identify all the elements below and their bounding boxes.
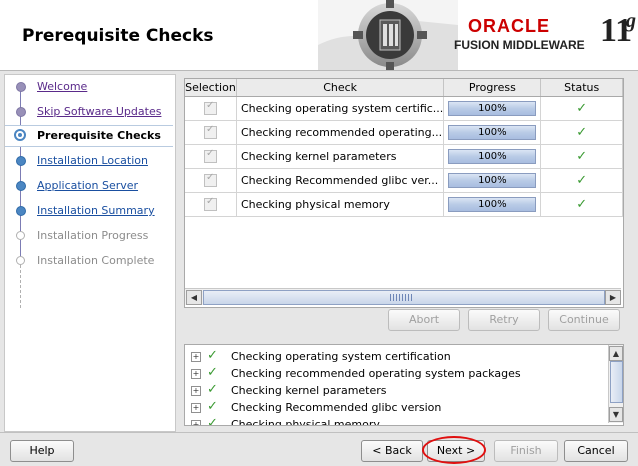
- expand-icon[interactable]: +: [191, 352, 201, 362]
- retry-button[interactable]: Retry: [468, 309, 540, 331]
- nav-step-prerequisite-checks[interactable]: Prerequisite Checks: [5, 125, 173, 147]
- log-item-label: Checking operating system certification: [231, 350, 451, 363]
- step-done-icon: [16, 82, 26, 92]
- step-pending-icon: [16, 181, 26, 191]
- scroll-left-icon[interactable]: ◀: [186, 290, 202, 305]
- step-pending-icon: [16, 156, 26, 166]
- success-check-icon: ✓: [207, 399, 218, 414]
- check-details-tree: + ✓ Checking operating system certificat…: [184, 344, 624, 426]
- column-header-status[interactable]: Status: [540, 79, 623, 97]
- check-name: Checking kernel parameters: [236, 144, 445, 169]
- abort-button[interactable]: Abort: [388, 309, 460, 331]
- step-pending-icon: [16, 206, 26, 216]
- checks-table: Selection Check Progress Status Checking…: [185, 79, 623, 217]
- wizard-steps-panel: Welcome Skip Software Updates Prerequisi…: [4, 74, 176, 432]
- nav-step-label: Installation Complete: [37, 254, 155, 267]
- nav-step-label: Welcome: [37, 80, 88, 93]
- nav-step-installation-complete: Installation Complete: [5, 251, 173, 271]
- column-header-check[interactable]: Check: [236, 79, 445, 97]
- product-name: FUSION MIDDLEWARE: [454, 38, 585, 52]
- success-check-icon: ✓: [576, 197, 588, 212]
- page-title: Prerequisite Checks: [22, 26, 214, 46]
- table-row[interactable]: Checking kernel parameters 100% ✓: [185, 144, 623, 169]
- check-name: Checking operating system certific...: [236, 96, 445, 121]
- footer-divider: [0, 432, 638, 433]
- success-check-icon: ✓: [207, 416, 218, 426]
- nav-step-installation-progress: Installation Progress: [5, 226, 173, 246]
- step-future-icon: [16, 231, 25, 240]
- nav-step-label: Prerequisite Checks: [37, 129, 161, 142]
- step-future-icon: [16, 256, 25, 265]
- nav-step-label: Installation Summary: [37, 204, 155, 217]
- cancel-button[interactable]: Cancel: [564, 440, 628, 462]
- progress-bar: 100%: [448, 197, 537, 212]
- progress-bar: 100%: [448, 173, 537, 188]
- finish-button[interactable]: Finish: [494, 440, 558, 462]
- version-suffix: g: [626, 10, 636, 32]
- table-row[interactable]: Checking operating system certific... 10…: [185, 96, 623, 121]
- nav-step-label: Installation Progress: [37, 229, 149, 242]
- back-button[interactable]: < Back: [361, 440, 423, 462]
- success-check-icon: ✓: [576, 101, 588, 116]
- check-name: Checking recommended operating...: [236, 120, 445, 145]
- progress-bar: 100%: [448, 101, 537, 116]
- log-item-label: Checking recommended operating system pa…: [231, 367, 521, 380]
- column-header-selection[interactable]: Selection: [185, 79, 237, 97]
- expand-icon[interactable]: +: [191, 369, 201, 379]
- gear-graphic-icon: [318, 0, 458, 70]
- success-check-icon: ✓: [207, 365, 218, 380]
- nav-step-label: Application Server: [37, 179, 139, 192]
- scrollbar-thumb[interactable]: [203, 290, 605, 305]
- scroll-right-icon[interactable]: ▶: [605, 290, 621, 305]
- continue-button[interactable]: Continue: [548, 309, 620, 331]
- selection-checkbox: [203, 100, 217, 116]
- step-done-icon: [16, 107, 26, 117]
- check-name: Checking physical memory: [236, 192, 445, 217]
- nav-step-skip-software-updates[interactable]: Skip Software Updates: [5, 102, 173, 122]
- check-name: Checking Recommended glibc ver...: [236, 168, 445, 193]
- header-banner: Prerequisite Checks ORACLE FUSION MIDDLE…: [0, 0, 638, 71]
- nav-step-welcome[interactable]: Welcome: [5, 77, 173, 97]
- step-current-icon: [14, 129, 26, 141]
- horizontal-scrollbar[interactable]: ◀ ▶: [185, 288, 621, 305]
- expand-icon[interactable]: +: [191, 403, 201, 413]
- progress-bar: 100%: [448, 149, 537, 164]
- highlight-circle: [422, 436, 486, 464]
- nav-step-label: Installation Location: [37, 154, 148, 167]
- nav-step-label: Skip Software Updates: [37, 105, 162, 118]
- table-row[interactable]: Checking Recommended glibc ver... 100% ✓: [185, 168, 623, 193]
- log-item-label: Checking kernel parameters: [231, 384, 387, 397]
- success-check-icon: ✓: [576, 125, 588, 140]
- nav-step-application-server[interactable]: Application Server: [5, 176, 173, 196]
- log-item-label: Checking Recommended glibc version: [231, 401, 442, 414]
- scroll-down-icon[interactable]: ▼: [609, 407, 623, 422]
- checks-table-panel: Selection Check Progress Status Checking…: [184, 78, 624, 308]
- success-check-icon: ✓: [207, 382, 218, 397]
- oracle-wordmark: ORACLE: [468, 16, 550, 36]
- log-item-label: Checking physical memory: [231, 418, 380, 426]
- table-row[interactable]: Checking recommended operating... 100% ✓: [185, 120, 623, 145]
- vertical-scrollbar[interactable]: ▲ ▼: [608, 345, 623, 423]
- nav-step-installation-summary[interactable]: Installation Summary: [5, 201, 173, 221]
- scroll-up-icon[interactable]: ▲: [609, 346, 623, 361]
- expand-icon[interactable]: +: [191, 420, 201, 425]
- selection-checkbox: [203, 172, 217, 188]
- success-check-icon: ✓: [207, 348, 218, 363]
- progress-bar: 100%: [448, 125, 537, 140]
- table-header-row: Selection Check Progress Status: [185, 79, 623, 97]
- selection-checkbox: [203, 196, 217, 212]
- scrollbar-thumb[interactable]: [610, 361, 623, 403]
- selection-checkbox: [203, 148, 217, 164]
- oracle-logo: ORACLE FUSION MIDDLEWARE 11 g: [450, 0, 638, 70]
- help-button[interactable]: Help: [10, 440, 74, 462]
- expand-icon[interactable]: +: [191, 386, 201, 396]
- success-check-icon: ✓: [576, 173, 588, 188]
- table-row[interactable]: Checking physical memory 100% ✓: [185, 192, 623, 217]
- nav-step-installation-location[interactable]: Installation Location: [5, 151, 173, 171]
- success-check-icon: ✓: [576, 149, 588, 164]
- column-header-progress[interactable]: Progress: [443, 79, 542, 97]
- selection-checkbox: [203, 124, 217, 140]
